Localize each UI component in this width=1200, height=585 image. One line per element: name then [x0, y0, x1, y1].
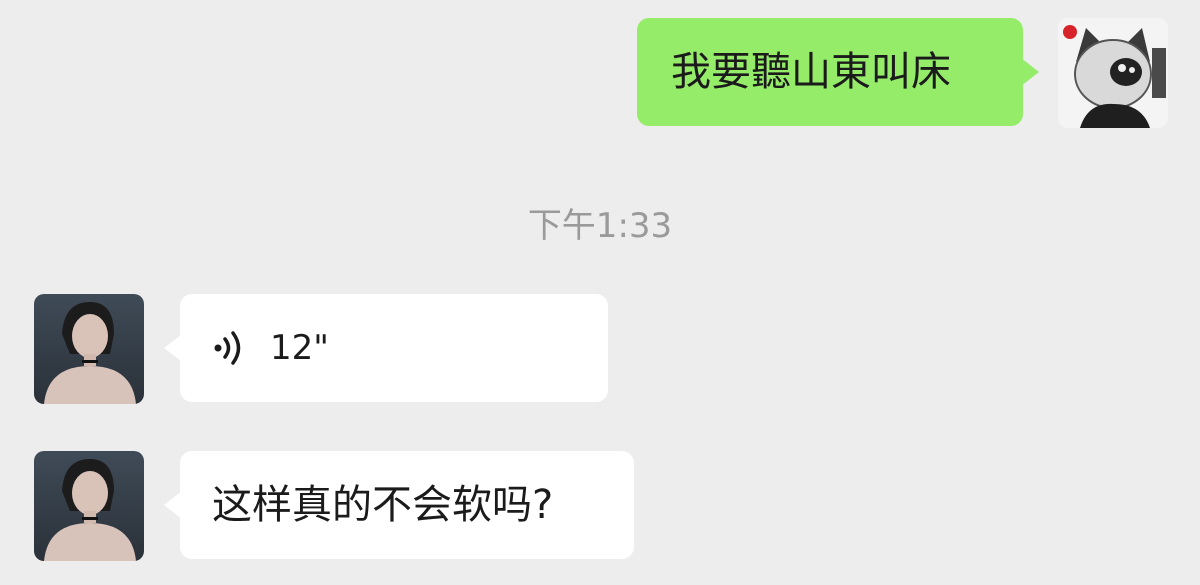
contact-avatar[interactable]: [34, 294, 144, 404]
voice-message-bubble[interactable]: 12": [164, 294, 608, 402]
cartoon-avatar-image: [1058, 18, 1168, 128]
contact-avatar[interactable]: [34, 451, 144, 561]
self-avatar[interactable]: [1058, 18, 1168, 128]
outgoing-message-bubble[interactable]: 我要聽山東叫床: [637, 18, 1039, 126]
contact-photo: [34, 451, 144, 561]
incoming-message-text: 这样真的不会软吗?: [212, 482, 554, 528]
chat-window: 我要聽山東叫床 下午1:33 12" 这样真的不会软吗?: [0, 0, 1200, 585]
voice-duration: 12": [270, 328, 329, 368]
voice-wave-icon: [212, 328, 248, 368]
message-timestamp: 下午1:33: [527, 206, 673, 246]
outgoing-message-text: 我要聽山東叫床: [671, 49, 951, 95]
incoming-message-bubble[interactable]: 这样真的不会软吗?: [164, 451, 634, 559]
contact-photo: [34, 294, 144, 404]
